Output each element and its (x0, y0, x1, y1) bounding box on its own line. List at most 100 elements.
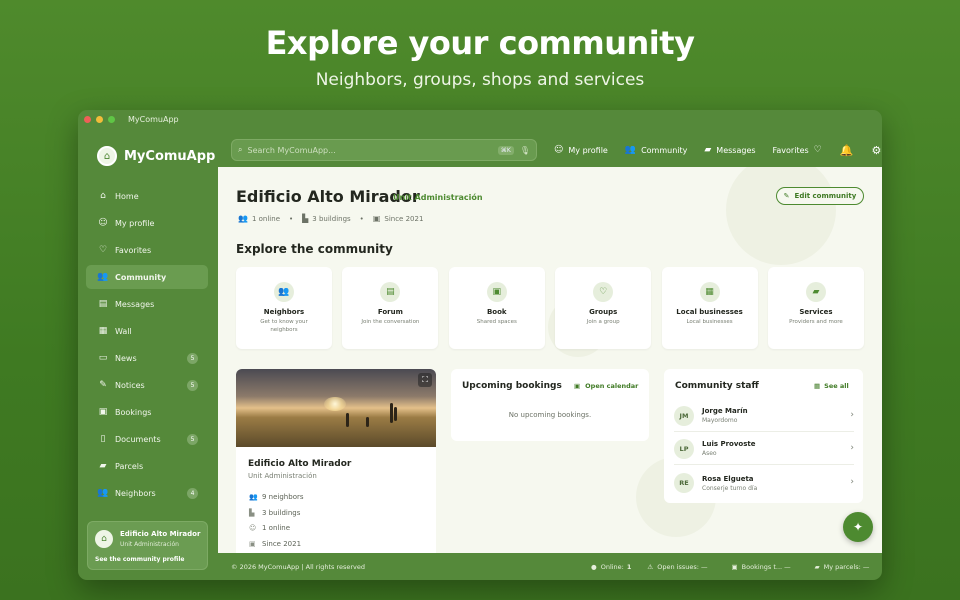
sidebar-item-bookings[interactable]: ▣ Bookings (86, 400, 208, 424)
search-box[interactable]: ⌕ ⌘K 🎙 (231, 139, 537, 161)
users-icon: 👥 (97, 272, 109, 282)
heart-icon: ♡ (813, 145, 822, 155)
neighbors-row: 👥 9 neighbors (249, 493, 304, 501)
open-issues-status[interactable]: ⚠ Open issues: — (647, 563, 707, 571)
sidebar-item-neighbors[interactable]: 👥 Neighbors 4 (86, 481, 208, 505)
gear-icon[interactable]: ⚙ (871, 144, 881, 157)
card-local-businesses[interactable]: ▦ Local businesses Local businesses (661, 267, 758, 349)
open-calendar-link[interactable]: ▣ Open calendar (574, 382, 638, 390)
card-title: Services (799, 308, 833, 316)
community-profile-card[interactable]: ⌂ Edificio Alto Mirador Unit Administrac… (87, 521, 208, 570)
avatar: JM (674, 405, 694, 426)
separator-dot: • (359, 214, 364, 223)
sidebar-item-notices[interactable]: ✎ Notices 5 (86, 373, 208, 397)
store-icon: ▦ (699, 282, 720, 302)
online-status: ● Online: 1 (591, 563, 631, 571)
see-community-profile-link[interactable]: See the community profile (95, 556, 184, 563)
sidebar-item-community[interactable]: 👥 Community (86, 265, 208, 289)
sidebar-item-label: Parcels (115, 461, 144, 471)
chevron-right-icon: › (850, 477, 854, 487)
sidebar-item-label: Neighbors (115, 488, 156, 498)
calendar-icon: ▣ (98, 407, 108, 417)
card-subtitle: Get to know your neighbors (260, 319, 308, 333)
groups-icon: ♡ (593, 282, 614, 302)
minimize-window-button[interactable] (96, 115, 103, 123)
staff-role: Conserje turno día (702, 484, 758, 492)
avatar: RE (674, 473, 694, 493)
card-title: Local businesses (676, 308, 743, 316)
microphone-icon[interactable]: 🎙 (520, 146, 530, 155)
person-figure (346, 413, 349, 427)
decorative-circle (726, 167, 836, 265)
news-icon: ▭ (98, 353, 108, 363)
staff-row[interactable]: RE Rosa Elgueta Conserje turno día › (674, 467, 854, 499)
wall-icon: ▦ (98, 326, 108, 336)
sidebar-item-label: Messages (115, 299, 155, 309)
sidebar-item-my-profile[interactable]: ☺ My profile (86, 211, 208, 235)
community-photo: ⛶ (236, 369, 436, 447)
neighbors-count: 9 neighbors (262, 493, 304, 501)
parcels-status[interactable]: ▰ My parcels: — (815, 563, 870, 571)
logo-icon: ⌂ (97, 146, 117, 166)
nav-messages[interactable]: ▰ Messages (704, 145, 755, 155)
nav-my-profile[interactable]: ☺ My profile (554, 145, 608, 155)
nav-community[interactable]: 👥 Community (625, 145, 688, 155)
sidebar-item-label: Community (115, 272, 167, 282)
home-icon: ⌂ (100, 191, 106, 201)
sidebar-item-label: Wall (115, 326, 132, 336)
card-services[interactable]: ▰ Services Providers and more (767, 267, 864, 349)
see-all-staff-link[interactable]: ▦ See all (814, 382, 849, 390)
assistant-sparkle-button[interactable]: ✦ (843, 512, 873, 542)
staff-row[interactable]: JM Jorge Marín Mayordomo › (674, 400, 854, 432)
car-icon: ▰ (805, 282, 826, 302)
community-card-subtitle: Unit Administración (248, 472, 317, 480)
nav-label: Community (641, 145, 688, 155)
upcoming-bookings-panel: Upcoming bookings ▣ Open calendar No upc… (451, 369, 649, 441)
person-figure (390, 403, 393, 423)
card-forum[interactable]: ▤ Forum Join the conversation (342, 267, 439, 349)
copyright: © 2026 MyComuApp | All rights reserved (231, 562, 366, 571)
maximize-window-button[interactable] (108, 115, 115, 123)
buildings-row: ▙ 3 buildings (249, 509, 300, 517)
edit-community-button[interactable]: ✎ Edit community (776, 187, 864, 205)
staff-name: Luis Provoste (702, 440, 756, 448)
sidebar-item-favorites[interactable]: ♡ Favorites (86, 238, 208, 262)
buildings-count: 3 buildings (262, 509, 301, 517)
chevron-right-icon: › (850, 410, 854, 420)
card-book[interactable]: ▣ Book Shared spaces (448, 267, 545, 349)
app-window: MyComuApp ⌂ MyComuApp ⌂ Home ☺ My profil… (78, 110, 882, 580)
sidebar-item-home[interactable]: ⌂ Home (86, 184, 208, 208)
person-figure (366, 417, 369, 427)
staff-role: Mayordomo (702, 417, 738, 424)
calendar-icon: ▣ (372, 214, 381, 223)
search-input[interactable] (247, 145, 498, 155)
staff-row[interactable]: LP Luis Provoste Aseo › (674, 433, 854, 465)
bookings-title: Upcoming bookings (462, 381, 562, 391)
community-card-title: Edificio Alto Mirador (248, 459, 352, 469)
card-neighbors[interactable]: 👥 Neighbors Get to know your neighbors (236, 267, 332, 349)
card-title: Forum (377, 308, 403, 316)
people-icon: 👥 (97, 488, 109, 498)
sidebar-item-parcels[interactable]: ▰ Parcels (86, 454, 208, 478)
expand-icon[interactable]: ⛶ (418, 373, 432, 387)
profile-card-name: Edificio Alto Mirador (120, 530, 201, 538)
bookings-status[interactable]: ▣ Bookings t... — (732, 563, 791, 571)
sidebar-item-documents[interactable]: ▯ Documents 5 (86, 427, 208, 451)
users-icon: 👥 (624, 145, 637, 155)
card-title: Neighbors (263, 308, 305, 316)
online-count: 1 online (251, 214, 280, 223)
brand[interactable]: ⌂ MyComuApp (97, 146, 215, 166)
nav-favorites[interactable]: Favorites ♡ (773, 145, 822, 155)
sidebar-item-wall[interactable]: ▦ Wall (86, 319, 208, 343)
shortcut-hint: ⌘K (497, 145, 514, 155)
window-title: MyComuApp (128, 114, 179, 124)
bell-icon[interactable]: 🔔 (840, 144, 854, 157)
card-groups[interactable]: ♡ Groups Join a group (555, 267, 652, 349)
close-window-button[interactable] (84, 115, 91, 123)
sidebar-item-news[interactable]: ▭ News 5 (86, 346, 208, 370)
open-calendar-label: Open calendar (585, 382, 639, 390)
brand-name: MyComuApp (124, 148, 216, 164)
users-icon: 👥 (238, 214, 248, 223)
since-row: ▣ Since 2021 (249, 540, 301, 548)
sidebar-item-messages[interactable]: ▤ Messages (86, 292, 208, 316)
